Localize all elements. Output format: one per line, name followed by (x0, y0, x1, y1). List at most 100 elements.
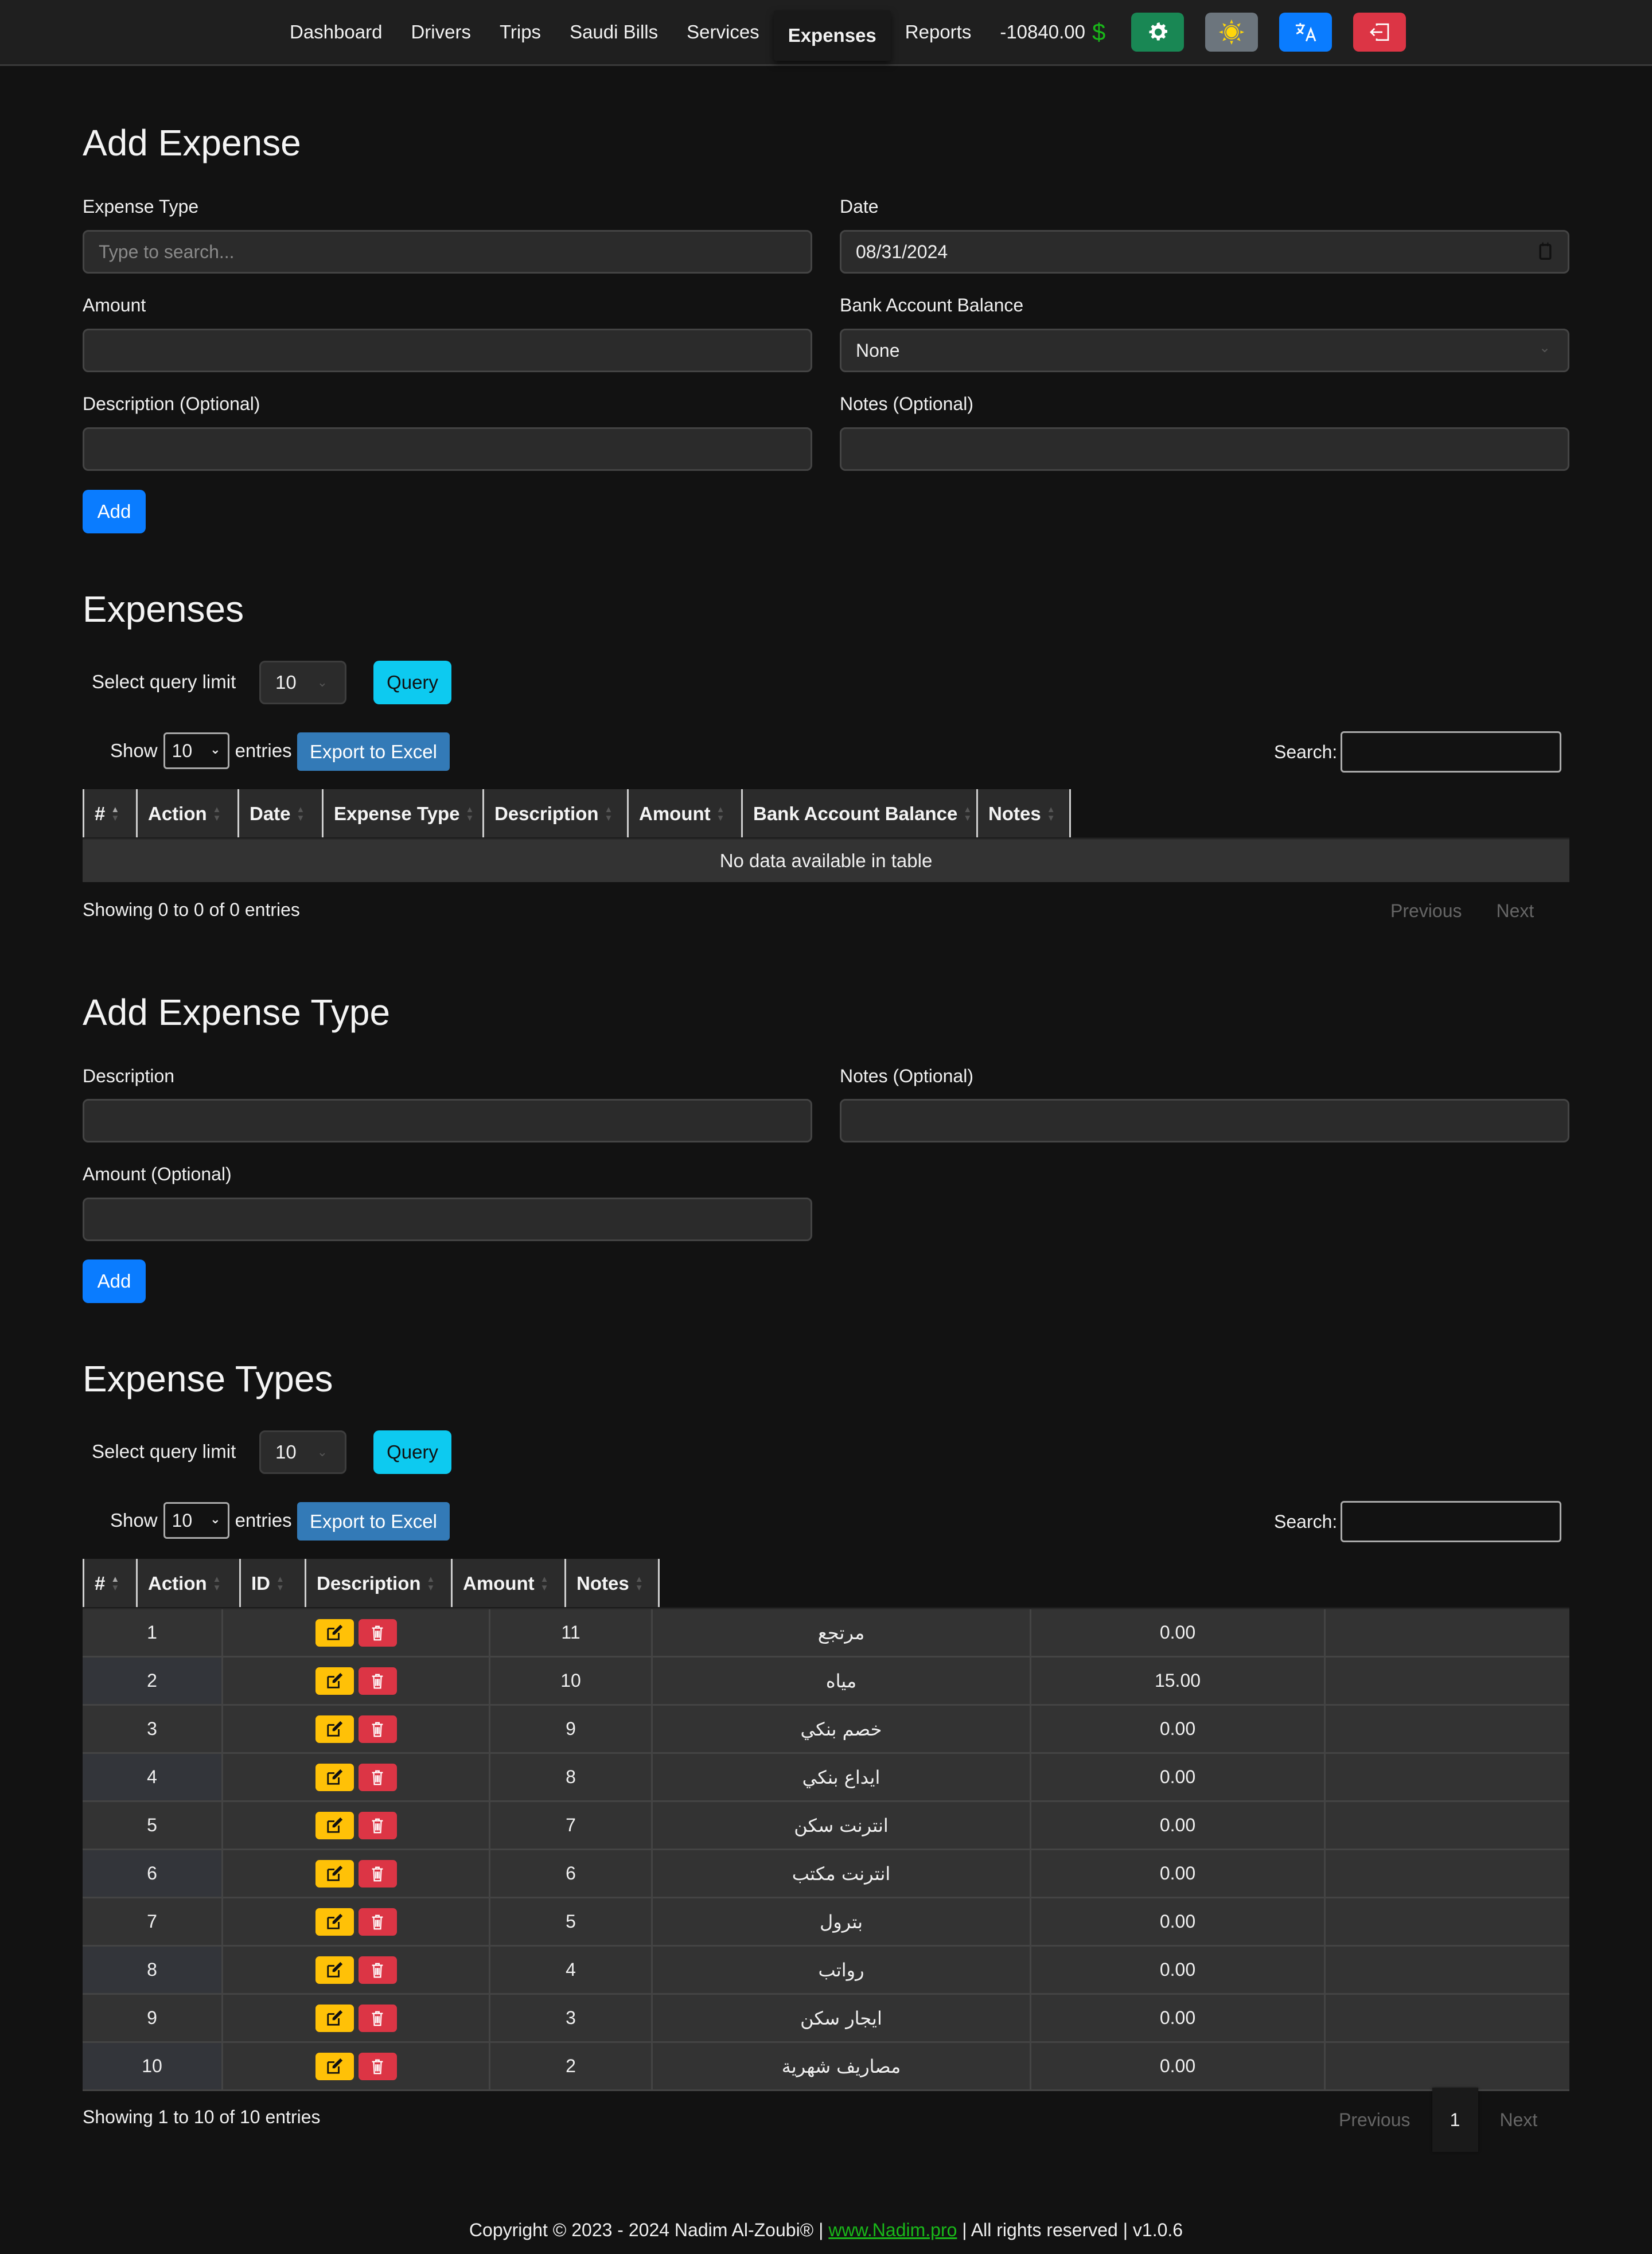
types-search-input[interactable] (1341, 1501, 1562, 1542)
expenses-title: Expenses (83, 588, 244, 630)
add-expense-button[interactable]: Add (83, 490, 146, 533)
bank-account-select[interactable]: None ⌄ (840, 329, 1569, 372)
cell-id: 11 (490, 1609, 653, 1656)
col-id[interactable]: ID ▲ ▼ (239, 1559, 305, 1608)
date-value: 08/31/2024 (856, 241, 948, 262)
cell-number: 3 (83, 1706, 223, 1752)
page-length-control: Show 10 ⌄ entries (110, 732, 292, 769)
query-button[interactable]: Query (373, 661, 451, 704)
col-notes[interactable]: Notes ▲ ▼ (564, 1559, 660, 1608)
footer-link[interactable]: www.Nadim.pro (828, 2220, 957, 2240)
calendar-icon[interactable] (1539, 242, 1552, 265)
trash-icon (371, 1721, 384, 1738)
next-page-button[interactable]: Next (1483, 2109, 1555, 2131)
edit-button[interactable] (315, 1859, 354, 1888)
col-label: Description (494, 803, 599, 824)
previous-page-button[interactable]: Previous (1373, 900, 1479, 922)
search-input[interactable] (1341, 731, 1562, 773)
add-expense-title: Add Expense (83, 122, 301, 163)
trash-icon (371, 1865, 384, 1882)
delete-button[interactable] (358, 2004, 397, 2032)
types-page-length-select[interactable]: 10 ⌄ (163, 1502, 229, 1539)
edit-button[interactable] (315, 1811, 354, 1839)
delete-button[interactable] (358, 1811, 397, 1839)
types-page-length-control: Show 10 ⌄ entries (110, 1502, 292, 1539)
amount-label: Amount (83, 295, 146, 315)
edit-button[interactable] (315, 2004, 354, 2032)
delete-button[interactable] (358, 1667, 397, 1695)
description-input[interactable] (83, 427, 812, 471)
notes-input[interactable] (840, 427, 1569, 471)
cell-description: مياه (653, 1658, 1031, 1704)
edit-button[interactable] (315, 1619, 354, 1647)
type-description-input[interactable] (83, 1099, 812, 1142)
col-amount[interactable]: Amount ▲ ▼ (451, 1559, 564, 1608)
delete-button[interactable] (358, 1859, 397, 1888)
col-label: ID (251, 1573, 270, 1594)
type-notes-label: Notes (Optional) (840, 1066, 973, 1086)
edit-button[interactable] (315, 2052, 354, 2080)
types-query-limit-select[interactable]: 10 ⌄ (259, 1430, 346, 1474)
cell-action (223, 1706, 490, 1752)
entries-label: entries (235, 740, 292, 761)
cell-notes (1326, 1609, 1569, 1656)
type-amount-input[interactable] (83, 1198, 812, 1241)
col-label: Description (317, 1573, 421, 1594)
table-row: 1 11 مرتجع 0.00 (83, 1609, 1569, 1658)
edit-button[interactable] (315, 1908, 354, 1936)
edit-icon (326, 1913, 343, 1931)
delete-button[interactable] (358, 1763, 397, 1791)
col-action[interactable]: Action ▲ ▼ (136, 1559, 239, 1608)
export-excel-button[interactable]: Export to Excel (297, 732, 450, 771)
add-expense-type-button[interactable]: Add (83, 1259, 146, 1303)
previous-page-button[interactable]: Previous (1322, 2109, 1428, 2131)
bank-account-value: None (856, 340, 900, 361)
cell-notes (1326, 1658, 1569, 1704)
delete-button[interactable] (358, 1619, 397, 1647)
amount-input[interactable] (83, 329, 812, 372)
col-date[interactable]: Date ▲ ▼ (237, 789, 322, 839)
table-row: 5 7 انترنت سكن 0.00 (83, 1802, 1569, 1850)
cell-action (223, 2043, 490, 2089)
description-label: Description (Optional) (83, 393, 260, 414)
col-action[interactable]: Action ▲ ▼ (136, 789, 237, 839)
page-length-value: 10 (172, 740, 193, 761)
col-description[interactable]: Description ▲ ▼ (482, 789, 627, 839)
edit-button[interactable] (315, 1763, 354, 1791)
col-expense-type[interactable]: Expense Type ▲ ▼ (322, 789, 482, 839)
cell-action (223, 1898, 490, 1945)
delete-button[interactable] (358, 1908, 397, 1936)
col-bank-account-balance[interactable]: Bank Account Balance ▲ ▼ (741, 789, 976, 839)
sort-icon: ▲ ▼ (111, 805, 120, 823)
page-1-button[interactable]: 1 (1432, 2088, 1478, 2152)
delete-button[interactable] (358, 2052, 397, 2080)
col-amount[interactable]: Amount ▲ ▼ (627, 789, 741, 839)
type-notes-input[interactable] (840, 1099, 1569, 1142)
edit-button[interactable] (315, 1667, 354, 1695)
cell-action (223, 1850, 490, 1897)
query-limit-select[interactable]: 10 ⌄ (259, 661, 346, 704)
edit-button[interactable] (315, 1715, 354, 1743)
sort-icon: ▲ ▼ (540, 1574, 549, 1593)
sort-icon: ▲ ▼ (111, 1574, 120, 1593)
cell-number: 7 (83, 1898, 223, 1945)
col-description[interactable]: Description ▲ ▼ (305, 1559, 451, 1608)
types-table-info: Showing 1 to 10 of 10 entries (83, 2107, 321, 2127)
expense-type-input[interactable]: Type to search... (83, 230, 812, 274)
types-export-excel-button[interactable]: Export to Excel (297, 1502, 450, 1541)
col-notes[interactable]: Notes ▲ ▼ (976, 789, 1071, 839)
edit-button[interactable] (315, 1956, 354, 1984)
expense-types-table-header: # ▲ ▼ Action ▲ ▼ ID ▲ ▼ Description ▲ ▼ Amount ▲ ▼… (83, 1559, 660, 1608)
types-query-button[interactable]: Query (373, 1430, 451, 1474)
col-number[interactable]: # ▲ ▼ (83, 1559, 136, 1608)
cell-id: 2 (490, 2043, 653, 2089)
next-page-button[interactable]: Next (1479, 900, 1552, 922)
delete-button[interactable] (358, 1956, 397, 1984)
delete-button[interactable] (358, 1715, 397, 1743)
trash-icon (371, 1961, 384, 1979)
page-length-select[interactable]: 10 ⌄ (163, 732, 229, 769)
date-input[interactable]: 08/31/2024 (840, 230, 1569, 274)
notes-label: Notes (Optional) (840, 393, 973, 414)
col-number[interactable]: # ▲ ▼ (83, 789, 136, 839)
table-row: 10 2 مصاريف شهرية 0.00 (83, 2043, 1569, 2091)
